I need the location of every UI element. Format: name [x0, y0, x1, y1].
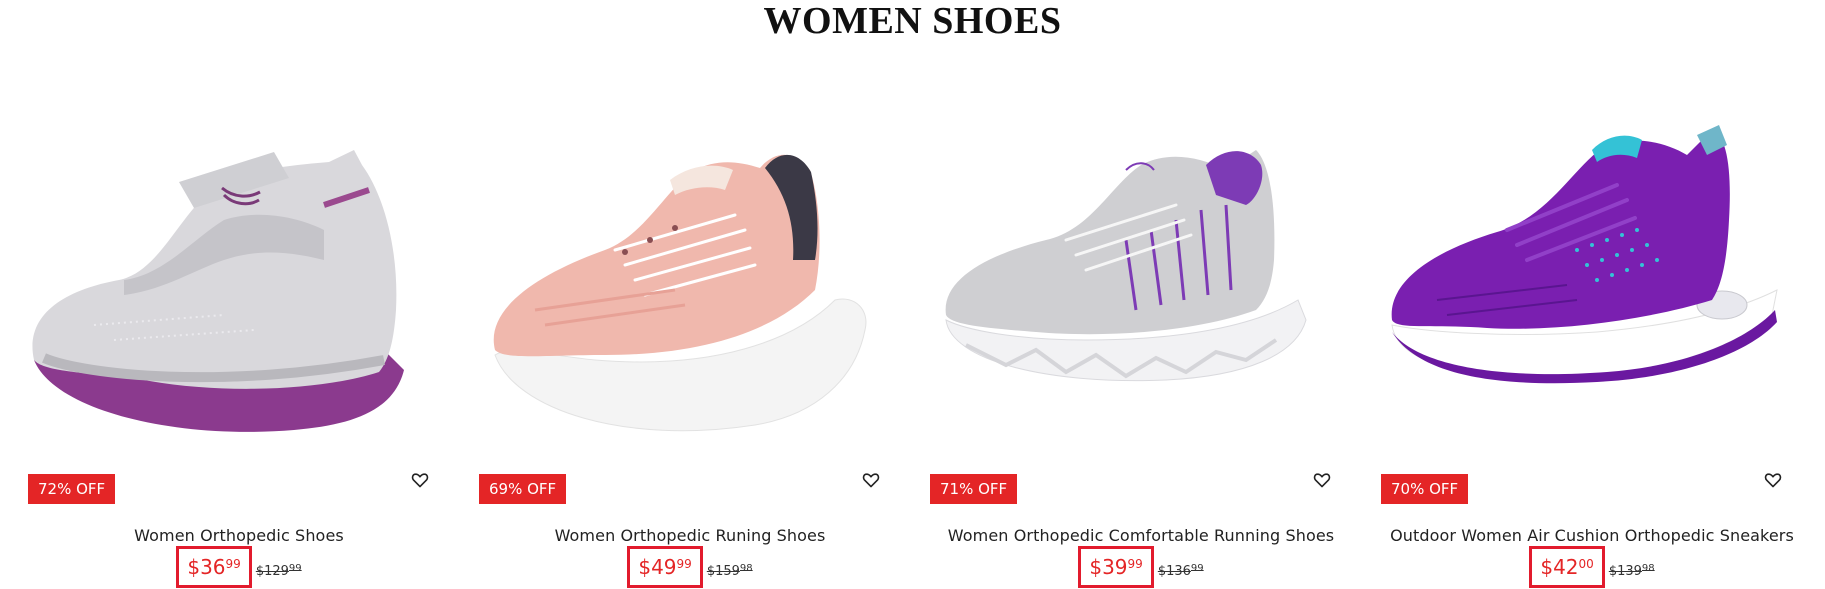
- sale-price: $36 99: [176, 546, 252, 588]
- discount-badge: 72% OFF: [28, 474, 116, 504]
- product-image[interactable]: [24, 110, 454, 440]
- sale-price-cents: 99: [1127, 557, 1143, 571]
- compare-price-dollars: $136: [1157, 564, 1191, 579]
- product-card[interactable]: 71% OFF Women Orthopedic Comfortable Run…: [926, 110, 1356, 589]
- product-name[interactable]: Women Orthopedic Comfortable Running Sho…: [926, 526, 1356, 545]
- heart-outline-icon[interactable]: [859, 468, 883, 492]
- price-row: $36 99 $12999: [24, 546, 454, 588]
- price-row: $49 99 $15998: [475, 546, 905, 588]
- sale-price: $39 99: [1078, 546, 1154, 588]
- sale-price: $42 00: [1529, 546, 1605, 588]
- product-image[interactable]: [1377, 110, 1807, 440]
- compare-price-dollars: $129: [255, 564, 289, 579]
- discount-badge: 71% OFF: [930, 474, 1018, 504]
- product-card[interactable]: 72% OFF Women Orthopedic Shoes $36 99 $12…: [24, 110, 454, 589]
- price-row: $42 00 $13998: [1377, 546, 1807, 588]
- sale-price-dollars: $36: [187, 555, 226, 579]
- shoe-image: [32, 150, 404, 432]
- compare-price-cents: 99: [1190, 563, 1204, 574]
- product-image[interactable]: [475, 110, 905, 440]
- compare-price: $13699: [1158, 563, 1204, 579]
- shoe-image: [945, 150, 1307, 382]
- sale-price-dollars: $49: [638, 555, 677, 579]
- compare-price: $13998: [1609, 563, 1655, 579]
- discount-badge: 70% OFF: [1381, 474, 1469, 504]
- sale-price-dollars: $42: [1540, 555, 1579, 579]
- compare-price-cents: 98: [1641, 563, 1655, 574]
- product-card[interactable]: 69% OFF Women Orthopedic Runing Shoes $4…: [475, 110, 905, 589]
- discount-badge: 69% OFF: [479, 474, 567, 504]
- sale-price-cents: 99: [676, 557, 692, 571]
- heart-outline-icon[interactable]: [1310, 468, 1334, 492]
- product-name[interactable]: Women Orthopedic Runing Shoes: [475, 526, 905, 545]
- compare-price-cents: 99: [288, 563, 302, 574]
- sale-price: $49 99: [627, 546, 703, 588]
- sale-price-dollars: $39: [1089, 555, 1128, 579]
- compare-price-dollars: $159: [706, 564, 740, 579]
- sale-price-cents: 99: [225, 557, 241, 571]
- compare-price: $12999: [256, 563, 302, 579]
- product-card[interactable]: 70% OFF Outdoor Women Air Cushion Orthop…: [1377, 110, 1807, 589]
- price-row: $39 99 $13699: [926, 546, 1356, 588]
- shoe-image: [493, 154, 867, 432]
- compare-price: $15998: [707, 563, 753, 579]
- shoe-image: [1391, 125, 1778, 384]
- section-title: WOMEN SHOES: [763, 0, 1062, 42]
- heart-outline-icon[interactable]: [408, 468, 432, 492]
- compare-price-cents: 98: [739, 563, 753, 574]
- product-name[interactable]: Women Orthopedic Shoes: [24, 526, 454, 545]
- product-name[interactable]: Outdoor Women Air Cushion Orthopedic Sne…: [1377, 526, 1807, 545]
- sale-price-cents: 00: [1578, 557, 1594, 571]
- product-image[interactable]: [926, 110, 1356, 440]
- product-grid: 72% OFF Women Orthopedic Shoes $36 99 $12…: [24, 110, 1804, 589]
- compare-price-dollars: $139: [1608, 564, 1642, 579]
- heart-outline-icon[interactable]: [1761, 468, 1785, 492]
